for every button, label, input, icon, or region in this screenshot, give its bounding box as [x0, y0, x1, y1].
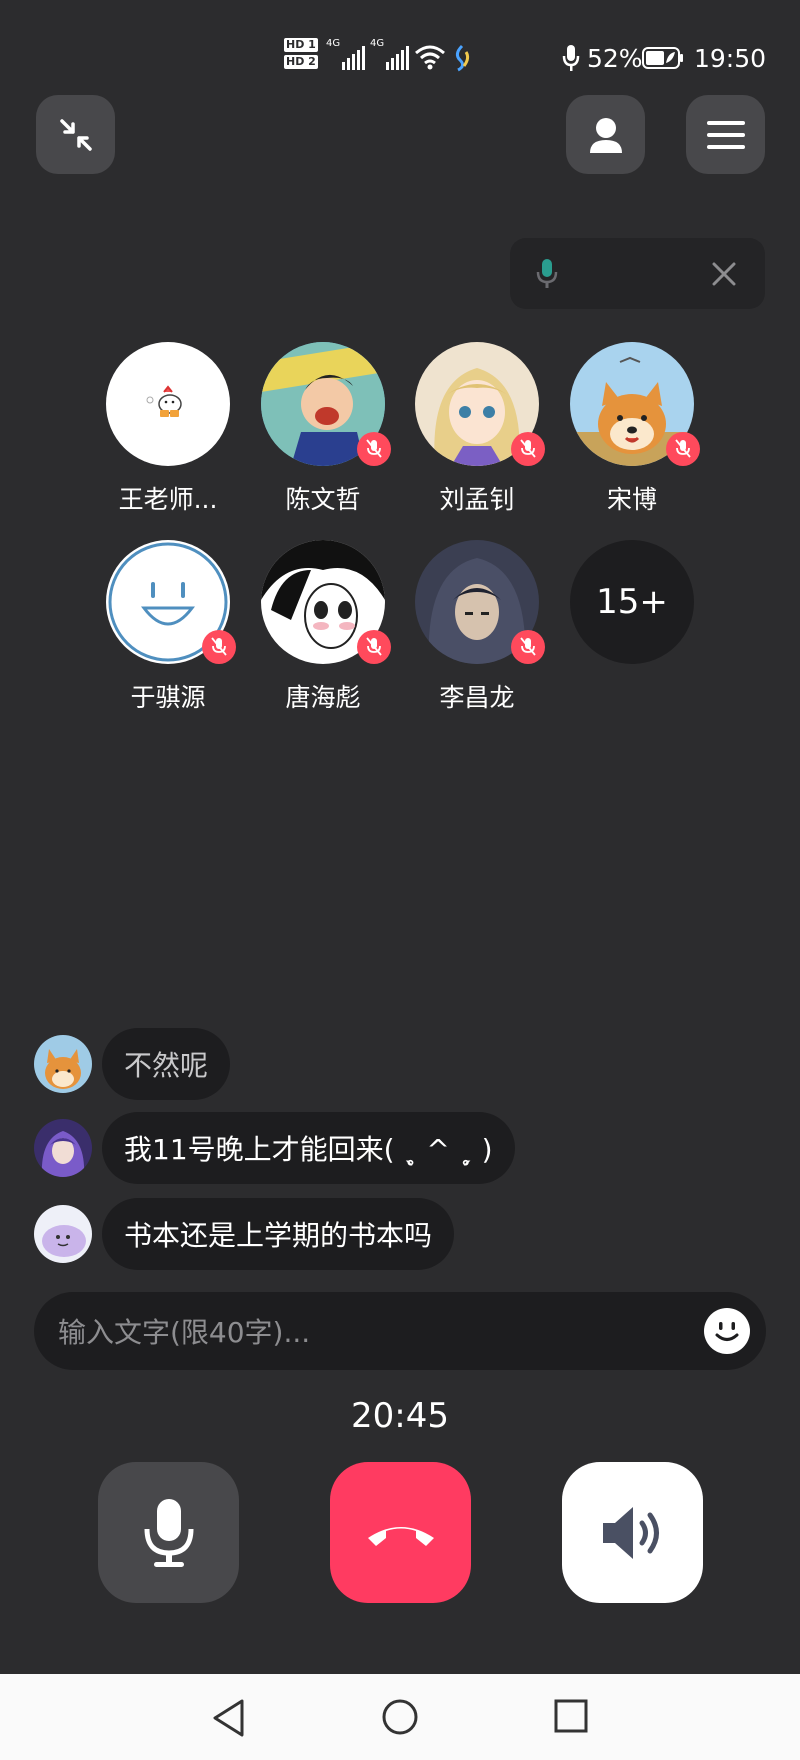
signal-icon: 4G [326, 38, 366, 70]
signal-icon-2: 4G [370, 38, 410, 70]
member-name: 陈文哲 [285, 485, 361, 514]
hd-badges: HD 1 HD 2 [284, 38, 318, 69]
member-name: 唐海彪 [285, 683, 361, 712]
mic-muted-icon [666, 432, 700, 466]
speaker-button[interactable] [562, 1462, 703, 1603]
members-button[interactable] [566, 95, 645, 174]
avatar [34, 1205, 92, 1263]
avatar [34, 1035, 92, 1093]
member-tile[interactable]: 陈文哲 [261, 342, 391, 516]
microphone-icon [144, 1498, 193, 1567]
member-name: 王老师... [118, 485, 218, 514]
wifi-icon [415, 45, 445, 70]
phone-hangup-icon [367, 1526, 434, 1546]
system-nav-bar [0, 1674, 800, 1760]
message-input[interactable] [56, 1292, 660, 1372]
member-name: 刘孟钊 [439, 485, 515, 514]
avatar [106, 342, 230, 466]
avatar [34, 1119, 92, 1177]
message-bubble: 书本还是上学期的书本吗 [102, 1198, 455, 1270]
menu-button[interactable] [686, 95, 765, 174]
close-icon[interactable] [712, 262, 736, 286]
status-bar: HD 1 HD 2 4G 4G 52% 19:50 [0, 0, 800, 80]
message-input-bar [34, 1292, 766, 1372]
member-tile[interactable]: 唐海彪 [261, 540, 391, 714]
minimize-icon [59, 118, 92, 151]
member-name: 于骐源 [130, 683, 206, 712]
mic-status-icon [562, 45, 580, 71]
minimize-button[interactable] [36, 95, 115, 174]
member-tile[interactable]: 刘孟钊 [415, 342, 545, 516]
emoji-button[interactable] [704, 1308, 750, 1354]
chat-message: 我11号晚上才能回来( ˎ̥ ^ ˏ̥ ) [34, 1112, 515, 1184]
speaking-indicator [510, 238, 765, 309]
member-tile[interactable]: 王老师... [106, 342, 230, 516]
chat-message: 不然呢 [34, 1028, 231, 1100]
mic-muted-icon [357, 432, 391, 466]
mic-muted-icon [357, 630, 391, 664]
mute-mic-button[interactable] [98, 1462, 239, 1603]
member-name: 宋博 [606, 485, 657, 514]
mic-muted-icon [202, 630, 236, 664]
nfc-icon [455, 44, 470, 72]
avatar [261, 540, 391, 664]
chat-message: 书本还是上学期的书本吗 [34, 1198, 455, 1270]
avatar [415, 540, 545, 664]
battery-icon [642, 47, 683, 69]
message-bubble: 不然呢 [102, 1028, 231, 1100]
home-icon[interactable] [381, 1698, 419, 1736]
member-tile[interactable]: 宋博 [570, 342, 700, 516]
avatar [261, 342, 391, 466]
battery-percent: 52% [587, 44, 643, 73]
clock-time: 19:50 [694, 44, 767, 73]
mic-icon [536, 259, 558, 288]
mic-muted-icon [511, 630, 545, 664]
back-icon[interactable] [210, 1698, 248, 1738]
member-tile[interactable]: 李昌龙 [415, 540, 545, 714]
more-members-button[interactable]: 15+ [570, 540, 694, 664]
smiley-icon [715, 1322, 739, 1341]
person-icon [589, 117, 622, 153]
more-members-count: 15+ [570, 540, 694, 664]
hamburger-icon [706, 120, 745, 149]
avatar [570, 342, 700, 466]
mic-muted-icon [511, 432, 545, 466]
recents-icon[interactable] [554, 1699, 588, 1733]
avatar [415, 342, 545, 466]
hang-up-button[interactable] [330, 1462, 471, 1603]
call-duration: 20:45 [351, 1396, 449, 1436]
member-name: 李昌龙 [439, 683, 515, 712]
speaker-icon [602, 1506, 659, 1559]
avatar [106, 540, 236, 664]
member-tile[interactable]: 于骐源 [106, 540, 236, 714]
message-bubble: 我11号晚上才能回来( ˎ̥ ^ ˏ̥ ) [102, 1112, 515, 1184]
